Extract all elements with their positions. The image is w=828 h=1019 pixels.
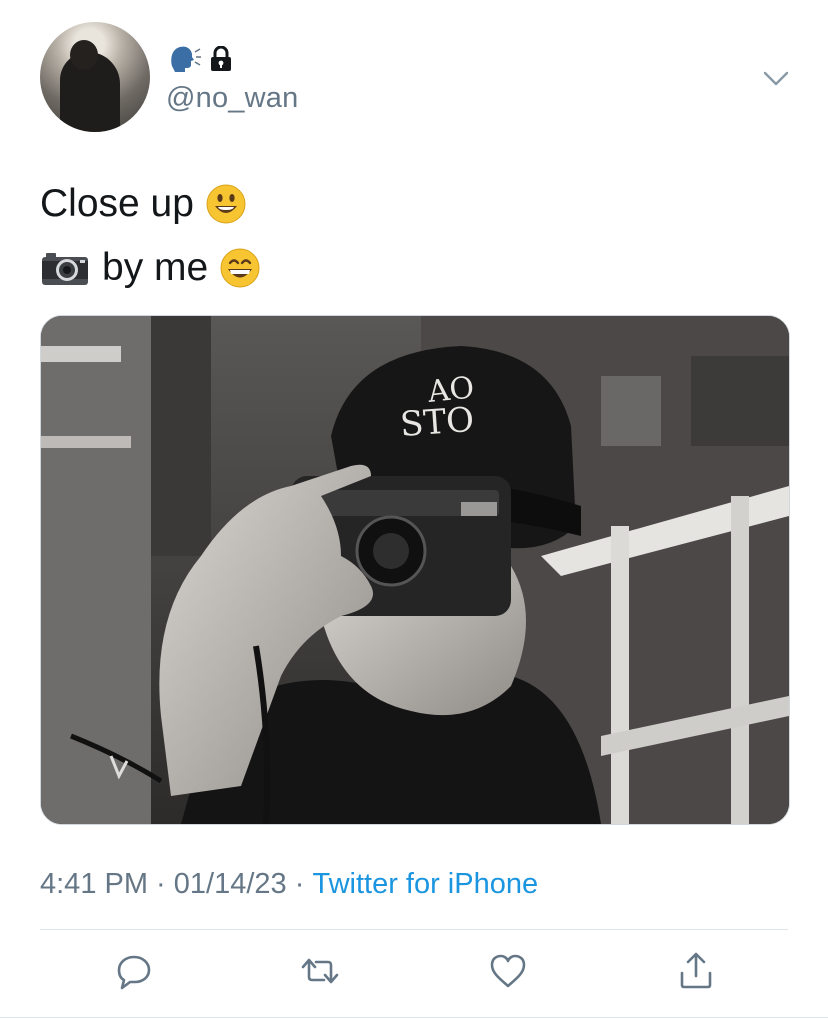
chevron-down-icon[interactable] — [762, 64, 790, 92]
user-handle[interactable]: @no_wan — [166, 82, 298, 115]
tweet-meta: 4:41 PM · 01/14/23 · Twitter for iPhone — [40, 868, 538, 901]
grinning-face-icon — [220, 248, 260, 288]
tweet-line-2: by me — [40, 236, 260, 300]
retweet-icon[interactable] — [300, 951, 340, 991]
avatar-head — [70, 40, 98, 70]
share-icon[interactable] — [676, 951, 716, 991]
tweet-date: 01/14/23 — [173, 868, 287, 900]
tweet-photo[interactable]: AO STO — [40, 315, 790, 825]
meta-separator-2: · — [286, 868, 313, 900]
smiling-face-icon — [206, 184, 246, 224]
bottom-divider — [0, 1017, 828, 1018]
action-bar — [40, 945, 788, 1001]
tweet-line-1: Close up — [40, 172, 260, 236]
tweet-line-1-text: Close up — [40, 182, 194, 225]
avatar[interactable] — [40, 22, 150, 132]
tweet-line-2-text: by me — [102, 246, 209, 289]
display-name[interactable] — [168, 42, 232, 76]
camera-icon — [42, 253, 88, 285]
svg-text:STO: STO — [399, 400, 475, 445]
divider — [40, 929, 788, 930]
reply-icon[interactable] — [114, 951, 154, 991]
tweet-source-link[interactable]: Twitter for iPhone — [312, 868, 538, 901]
speaking-head-icon — [171, 46, 201, 72]
meta-separator-1: · — [148, 868, 174, 900]
photo-illustration: AO STO — [41, 316, 789, 824]
tweet-text: Close up by me — [40, 172, 260, 300]
lock-icon — [211, 46, 231, 71]
tweet-time: 4:41 PM — [40, 868, 148, 900]
heart-icon[interactable] — [488, 951, 528, 991]
